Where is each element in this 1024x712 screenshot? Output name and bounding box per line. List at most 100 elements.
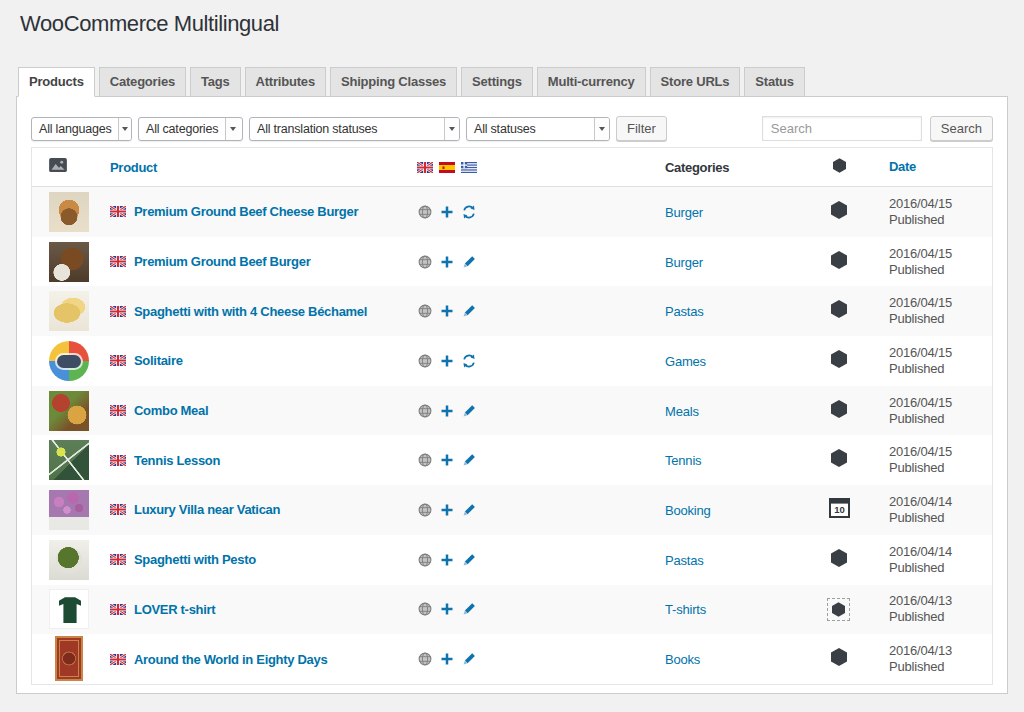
product-thumbnail[interactable] [49, 242, 89, 282]
category-link[interactable]: Pastas [665, 304, 704, 319]
product-thumbnail[interactable] [49, 540, 89, 580]
edit-translation-icon[interactable] [461, 453, 476, 467]
globe-icon[interactable] [417, 652, 432, 666]
product-thumbnail[interactable] [49, 440, 89, 480]
product-thumbnail[interactable] [49, 490, 89, 530]
product-name-link[interactable]: Luxury Villa near Vatican [134, 502, 280, 517]
product-name-link[interactable]: Spaghetti with with 4 Cheese Béchamel [134, 304, 367, 319]
languages-filter[interactable]: All languages [31, 117, 132, 141]
category-link[interactable]: Meals [665, 404, 699, 419]
product-thumbnail[interactable] [49, 639, 89, 679]
tab-categories[interactable]: Categories [99, 67, 186, 97]
product-thumbnail[interactable] [49, 589, 89, 629]
product-column-header[interactable]: Product [110, 160, 157, 175]
tab-attributes[interactable]: Attributes [245, 67, 326, 97]
edit-translation-icon[interactable] [461, 652, 476, 666]
status-value: Published [889, 460, 992, 476]
category-link[interactable]: Burger [665, 255, 703, 270]
globe-icon[interactable] [417, 205, 432, 219]
uk-flag-icon [417, 162, 433, 173]
add-translation-icon[interactable] [439, 304, 454, 318]
product-name-link[interactable]: Solitaire [134, 353, 183, 368]
product-type-hexagon-icon [831, 449, 847, 471]
category-link[interactable]: T-shirts [665, 602, 706, 617]
tab-shipping-classes[interactable]: Shipping Classes [330, 67, 457, 97]
product-name-link[interactable]: LOVER t-shirt [134, 602, 215, 617]
categories-filter[interactable]: All categories [138, 117, 243, 141]
category-link[interactable]: Tennis [665, 453, 701, 468]
edit-translation-icon[interactable] [461, 602, 476, 616]
table-row: Spaghetti with with 4 Cheese Béchamel [32, 286, 992, 336]
update-translation-icon[interactable] [461, 354, 476, 368]
product-type-column-icon [833, 158, 846, 177]
add-translation-icon[interactable] [439, 205, 454, 219]
uk-flag-icon [110, 256, 126, 267]
product-name-link[interactable]: Combo Meal [134, 403, 208, 418]
globe-icon[interactable] [417, 255, 432, 269]
product-name-link[interactable]: Premium Ground Beef Cheese Burger [134, 204, 358, 219]
add-translation-icon[interactable] [439, 404, 454, 418]
date-value: 2016/04/15 [889, 246, 992, 262]
add-translation-icon[interactable] [439, 503, 454, 517]
table-row: Luxury Villa near Vatican [32, 485, 992, 535]
tab-status[interactable]: Status [744, 67, 805, 97]
tab-store-urls[interactable]: Store URLs [650, 67, 741, 97]
status-value: Published [889, 262, 992, 278]
add-translation-icon[interactable] [439, 354, 454, 368]
product-thumbnail[interactable] [49, 391, 89, 431]
product-thumbnail[interactable] [49, 192, 89, 232]
product-name-link[interactable]: Tennis Lesson [134, 453, 220, 468]
categories-column-header: Categories [665, 160, 729, 175]
update-translation-icon[interactable] [461, 205, 476, 219]
edit-translation-icon[interactable] [461, 404, 476, 418]
date-column-header[interactable]: Date [889, 159, 916, 174]
tab-settings[interactable]: Settings [461, 67, 533, 97]
edit-translation-icon[interactable] [461, 255, 476, 269]
table-row: Spaghetti with Pesto [32, 535, 992, 585]
tab-tags[interactable]: Tags [190, 67, 241, 97]
product-thumbnail[interactable] [49, 341, 89, 381]
categories-filter-value: All categories [139, 118, 225, 140]
globe-icon[interactable] [417, 553, 432, 567]
add-translation-icon[interactable] [439, 453, 454, 467]
globe-icon[interactable] [417, 354, 432, 368]
product-type-hexagon-selected-icon [827, 598, 850, 621]
table-row: Tennis Lesson [32, 435, 992, 485]
category-link[interactable]: Books [665, 652, 700, 667]
status-value: Published [889, 311, 992, 327]
add-translation-icon[interactable] [439, 652, 454, 666]
product-name-link[interactable]: Premium Ground Beef Burger [134, 254, 310, 269]
tab-products[interactable]: Products [18, 67, 95, 97]
category-link[interactable]: Games [665, 354, 706, 369]
add-translation-icon[interactable] [439, 255, 454, 269]
product-thumbnail[interactable] [49, 291, 89, 331]
main-panel: All languages All categories All transla… [16, 96, 1008, 694]
globe-icon[interactable] [417, 503, 432, 517]
product-type-hexagon-icon [831, 300, 847, 322]
edit-translation-icon[interactable] [461, 503, 476, 517]
tab-multi-currency[interactable]: Multi-currency [537, 67, 646, 97]
edit-translation-icon[interactable] [461, 553, 476, 567]
table-rows: Premium Ground Beef Cheese Burger [32, 187, 992, 684]
date-value: 2016/04/15 [889, 395, 992, 411]
status-filter[interactable]: All statuses [466, 117, 610, 141]
spain-flag-icon [439, 162, 455, 173]
category-link[interactable]: Booking [665, 503, 711, 518]
edit-translation-icon[interactable] [461, 304, 476, 318]
globe-icon[interactable] [417, 602, 432, 616]
translation-status-filter[interactable]: All translation statuses [249, 117, 460, 141]
uk-flag-icon [110, 654, 126, 665]
status-value: Published [889, 659, 992, 675]
add-translation-icon[interactable] [439, 553, 454, 567]
add-translation-icon[interactable] [439, 602, 454, 616]
search-button[interactable]: Search [930, 116, 993, 141]
globe-icon[interactable] [417, 404, 432, 418]
filter-button[interactable]: Filter [616, 116, 667, 141]
search-input[interactable] [762, 116, 922, 141]
globe-icon[interactable] [417, 304, 432, 318]
product-name-link[interactable]: Spaghetti with Pesto [134, 552, 256, 567]
globe-icon[interactable] [417, 453, 432, 467]
category-link[interactable]: Burger [665, 205, 703, 220]
product-name-link[interactable]: Around the World in Eighty Days [134, 652, 327, 667]
category-link[interactable]: Pastas [665, 553, 704, 568]
